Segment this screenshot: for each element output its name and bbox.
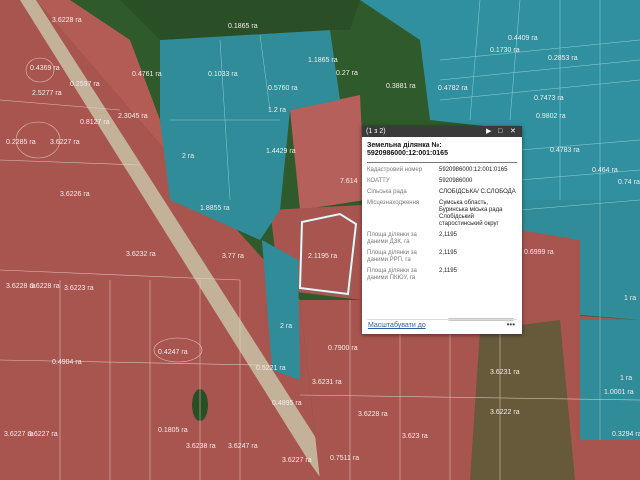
parcel-area-label: 0.4895 га — [272, 400, 302, 407]
parcel-area-label: 2 га — [280, 323, 292, 330]
popup-counter: (1 з 2) — [366, 128, 386, 135]
parcel-area-label: 0.4369 га — [30, 65, 60, 72]
popup-title-line2: 5920986000:12:001:0165 — [367, 150, 448, 157]
attr-key: КОАТТУ — [367, 178, 390, 184]
attr-key: Площа ділянки за даними РРП, га — [367, 250, 417, 263]
parcel-area-label: 3.6232 га — [126, 251, 156, 258]
parcel-area-label: 0.2597 га — [70, 81, 100, 88]
popup-title-line1: Земельна ділянка №: — [367, 142, 442, 149]
parcel-area-label: 1.0001 га — [604, 389, 634, 396]
attr-row: Кадастровий номер 5920986000:12:001:0165 — [367, 166, 517, 177]
parcel-area-label: 0.7473 га — [534, 95, 564, 102]
attr-value: 5920986000:12:001:0165 — [439, 167, 508, 173]
parcel-area-label: 0.27 га — [336, 70, 358, 77]
parcel-area-label: 0.6999 га — [524, 249, 554, 256]
parcel-area-label: 3.623 га — [402, 433, 428, 440]
attr-key: Сільська рада — [367, 189, 407, 195]
parcel-area-label: 0.1033 га — [208, 71, 238, 78]
parcel-area-label: 1 га — [624, 295, 636, 302]
parcel-area-label: 0.7900 га — [328, 345, 358, 352]
more-actions-button[interactable]: ••• — [507, 320, 515, 329]
parcel-area-label: 0.2853 га — [548, 55, 578, 62]
attr-row: Місцезнаходження Сумська область, Буринс… — [367, 199, 517, 231]
parcel-area-label: 1.4429 га — [266, 148, 296, 155]
parcel-area-label: 0.3881 га — [386, 83, 416, 90]
parcel-area-label: 0.5221 га — [256, 365, 286, 372]
attr-value: СЛОБІДСЬКА/ С.СЛОБОДА — [439, 189, 516, 195]
parcel-area-label: 0.1730 га — [490, 47, 520, 54]
parcel-area-label: 2 га — [182, 153, 194, 160]
parcel-area-label: 1.2 га — [268, 107, 286, 114]
parcel-area-label: 3.6227 га — [282, 457, 312, 464]
attr-key: Площа ділянки за даними ДЗК, га — [367, 232, 417, 245]
attr-value: 2,1195 — [439, 232, 457, 238]
parcel-area-label: 1 га — [620, 375, 632, 382]
parcel-area-label: 0.3294 га — [612, 431, 640, 438]
parcel-area-label: 0.4783 га — [550, 147, 580, 154]
parcel-area-label: 0.9802 га — [536, 113, 566, 120]
parcel-area-label: 3.6228 га — [358, 411, 388, 418]
attr-row: Сільська рада СЛОБІДСЬКА/ С.СЛОБОДА — [367, 188, 517, 199]
parcel-area-label: 0.8127 га — [80, 119, 110, 126]
parcel-area-label: 3.6228 га — [30, 283, 60, 290]
parcel-area-label: 0.5760 га — [268, 85, 298, 92]
parcel-area-label: 0.7511 га — [330, 455, 359, 462]
parcel-area-label: 0.1865 га — [228, 23, 258, 30]
popup-attribute-table: Кадастровий номер 5920986000:12:001:0165… — [367, 166, 517, 285]
vegetation-strip — [470, 320, 575, 480]
parcel-area-label: 0.1805 га — [158, 427, 188, 434]
attr-row: Площа ділянки за даними ПКЮУ, га 2,1195 — [367, 267, 517, 285]
parcel-area-label: 1.8855 га — [200, 205, 230, 212]
parcel-area-label: 0.4782 га — [438, 85, 468, 92]
parcel-area-label: 0.4904 га — [52, 359, 82, 366]
attr-row: КОАТТУ 5920986000 — [367, 177, 517, 188]
parcel-area-label: 3.6231 га — [312, 379, 342, 386]
map-canvas[interactable]: 3.6228 га 0.4369 га 2.5277 га 0.2597 га 0.81… — [0, 0, 640, 480]
parcel-area-label: 7.614 — [340, 178, 358, 185]
play-icon[interactable]: ▶ — [486, 126, 491, 137]
popup-title: Земельна ділянка №: 5920986000:12:001:01… — [362, 137, 522, 160]
attr-row: Площа ділянки за даними ДЗК, га 2,1195 — [367, 231, 517, 249]
cadastral-map[interactable]: 3.6228 га 0.4369 га 2.5277 га 0.2597 га 0.81… — [0, 0, 640, 480]
popup-footer: Масштабувати до ••• — [367, 319, 517, 332]
maximize-icon[interactable]: □ — [498, 126, 502, 137]
parcel-area-label: 0.74 га — [618, 179, 640, 186]
attr-value: Сумська область, Буринська міська рада С… — [439, 200, 503, 227]
parcel-area-label: 3.6228 га — [52, 17, 82, 24]
parcel-area-label: 0.2285 га — [6, 139, 36, 146]
parcel-area-label: 0.4247 га — [158, 349, 188, 356]
parcel-area-label: 3.77 га — [222, 253, 244, 260]
zoom-to-link[interactable]: Масштабувати до — [368, 322, 426, 329]
parcel-area-label: 3.6223 га — [64, 285, 94, 292]
attr-value: 2,1195 — [439, 250, 457, 256]
attr-value: 5920986000 — [439, 178, 473, 184]
parcel-area-label: 3.6222 га — [490, 409, 520, 416]
parcel-area-label: 3.6247 га — [228, 443, 258, 450]
parcel-center-north[interactable] — [290, 95, 365, 210]
parcel-area-label: 0.464 га — [592, 167, 618, 174]
attr-key: Місцезнаходження — [367, 200, 420, 206]
parcel-area-label: 3.6227 га — [28, 431, 58, 438]
attr-key: Кадастровий номер — [367, 167, 423, 173]
popup-divider — [367, 162, 517, 163]
parcel-area-label: 2.1195 га — [308, 253, 337, 260]
parcel-area-label: 0.4409 га — [508, 35, 538, 42]
parcel-area-label: 2.3045 га — [118, 113, 148, 120]
attr-value: 2,1195 — [439, 268, 457, 274]
parcel-info-popup: (1 з 2) ▶ □ ✕ Земельна ділянка №: 592098… — [362, 126, 522, 334]
parcel-area-label: 1.1865 га — [308, 57, 338, 64]
parcel-area-label: 3.6231 га — [490, 369, 520, 376]
parcel-area-label: 3.6227 га — [50, 139, 80, 146]
close-icon[interactable]: ✕ — [510, 126, 516, 137]
parcel-area-label: 3.6238 га — [186, 443, 216, 450]
attr-row: Площа ділянки за даними РРП, га 2,1195 — [367, 249, 517, 267]
parcel-red-east[interactable] — [520, 230, 580, 330]
attr-key: Площа ділянки за даними ПКЮУ, га — [367, 268, 417, 281]
parcel-area-label: 3.6226 га — [60, 191, 90, 198]
parcel-area-label: 2.5277 га — [32, 90, 62, 97]
parcel-area-label: 0.4761 га — [132, 71, 162, 78]
popup-header: (1 з 2) ▶ □ ✕ — [362, 126, 522, 137]
